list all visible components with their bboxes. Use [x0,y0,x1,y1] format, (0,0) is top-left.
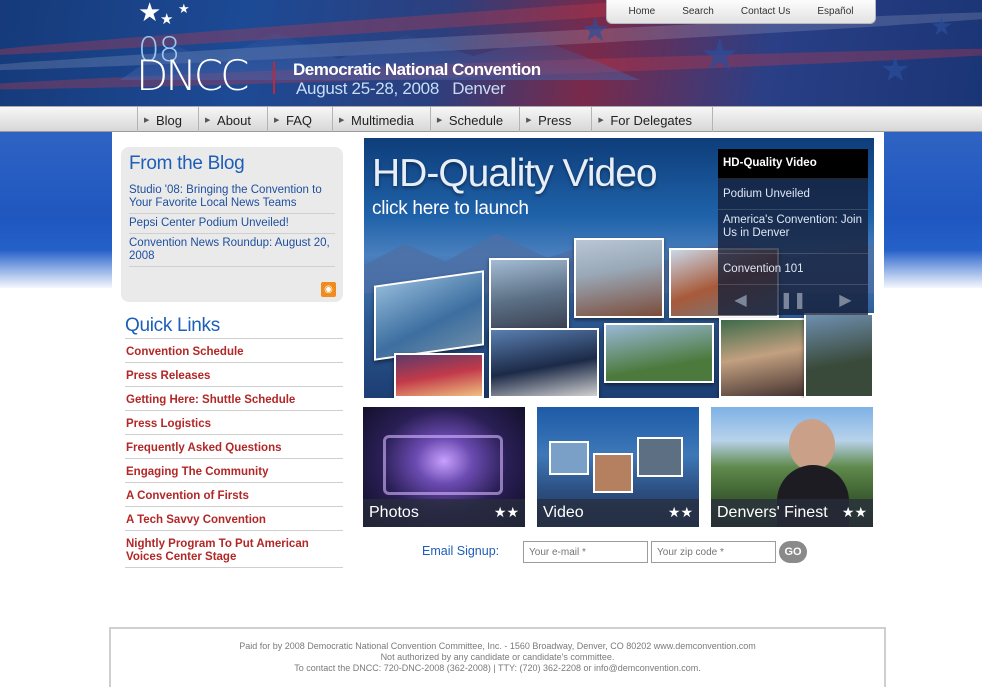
nav-label: For Delegates [610,112,692,128]
thumbnail-video[interactable]: Video ★★ [537,407,699,527]
rss-icon[interactable]: ◉ [321,282,336,297]
playlist-controls: ◀ ❚❚ ▶ [718,283,868,315]
blog-item[interactable]: Convention News Roundup: August 20, 2008 [129,234,335,267]
blog-title: From the Blog [129,153,245,174]
nav-item-press[interactable]: ▶ Press [519,107,591,133]
quick-link[interactable]: Press Logistics [125,410,343,434]
thumbnail-caption-bar: Denvers' Finest ★★ [711,499,873,527]
nav-item-about[interactable]: ▶ About [198,107,267,133]
star-icon: ★ [700,30,740,81]
video-playlist: HD-Quality Video Podium Unveiled America… [718,149,868,315]
utility-link-contact[interactable]: Contact Us [741,6,790,17]
stage-graphic [383,435,503,495]
quick-link[interactable]: Press Releases [125,362,343,386]
site-header: ★ ★ ★ ★ ★ ★ ★ 08 DNCC Democratic Nationa… [0,0,982,106]
chevron-right-icon: ▶ [274,117,280,124]
hero-image-tile [374,270,484,361]
go-button[interactable]: GO [779,541,807,563]
utility-link-home[interactable]: Home [629,6,656,17]
previous-icon[interactable]: ◀ [734,290,746,309]
quick-link[interactable]: Frequently Asked Questions [125,434,343,458]
playlist-item[interactable]: Convention 101 [718,254,868,285]
footer-line: Paid for by 2008 Democratic National Con… [239,641,756,651]
hero-subtitle: click here to launch [372,198,529,219]
thumbnail-caption-bar: Photos ★★ [363,499,525,527]
blog-item[interactable]: Studio '08: Bringing the Convention to Y… [129,181,335,214]
nav-item-faq[interactable]: ▶ FAQ [267,107,332,133]
logo-divider [273,62,275,94]
chevron-right-icon: ▶ [526,117,532,124]
stars-icon: ★★ [667,505,693,521]
hero-image-tile [394,353,484,398]
nav-label: Press [538,112,572,128]
thumbnail-photos[interactable]: Photos ★★ [363,407,525,527]
chevron-right-icon: ▶ [205,117,211,124]
site-title: Democratic National Convention [293,60,541,79]
quick-link[interactable]: Convention Schedule [125,338,343,362]
playlist-item[interactable]: America's Convention: Join Us in Denver [718,210,868,254]
email-signup-label: Email Signup: [422,544,500,558]
star-icon: ★ [880,50,911,90]
thumbnail-label: Video [543,504,584,521]
nav-label: About [217,112,252,128]
chevron-right-icon: ▶ [436,117,443,124]
quick-link[interactable]: Engaging The Community [125,458,343,482]
hero-image-tile [604,323,714,383]
logo-text: DNCC [136,51,249,100]
stars-icon: ★★ [493,505,519,521]
chevron-right-icon: ▶ [144,117,150,124]
zip-code-field[interactable] [651,541,776,563]
main-nav: ▶ Blog ▶ About ▶ FAQ ▶ Multimedia ▶ Schedule … [137,107,713,133]
utility-link-search[interactable]: Search [682,6,714,17]
utility-nav: Home Search Contact Us Español [606,0,876,24]
video-tile [549,441,589,475]
email-field[interactable] [523,541,648,563]
star-icon: ★ [930,12,954,42]
thumbnail-denvers-finest[interactable]: Denvers' Finest ★★ [711,407,873,527]
utility-link-espanol[interactable]: Español [817,6,853,17]
thumbnail-label: Denvers' Finest [717,504,828,521]
star-icon: ★ [138,0,162,28]
nav-item-blog[interactable]: ▶ Blog [137,107,198,133]
hero-image-tile [574,238,664,318]
nav-label: Schedule [448,112,504,128]
quick-link[interactable]: A Tech Savvy Convention [125,506,343,530]
video-tile [593,453,633,493]
thumbnail-label: Photos [369,504,419,521]
pause-icon[interactable]: ❚❚ [780,290,807,309]
nav-item-schedule[interactable]: ▶ Schedule [429,107,519,133]
playlist-item[interactable]: Podium Unveiled [718,179,868,210]
nav-item-multimedia[interactable]: ▶ Multimedia [332,107,430,133]
playlist-item[interactable]: HD-Quality Video [718,149,868,179]
quick-link[interactable]: Getting Here: Shuttle Schedule [125,386,343,410]
hero-title: HD-Quality Video [372,152,658,195]
hero-image-tile [804,313,874,398]
quick-links-title: Quick Links [125,315,220,336]
nav-label: Multimedia [351,112,414,128]
portrait-graphic [789,419,835,471]
stars-icon: ★★ [841,505,867,521]
chevron-right-icon: ▶ [598,117,604,124]
nav-label: Blog [156,112,183,128]
quick-link[interactable]: A Convention of Firsts [125,482,343,506]
nav-label: FAQ [286,112,313,128]
thumbnail-caption-bar: Video ★★ [537,499,699,527]
star-icon: ★ [178,2,190,17]
nav-item-for-delegates[interactable]: ▶ For Delegates [591,107,713,133]
page: ★ ★ ★ ★ ★ ★ ★ 08 DNCC Democratic Nationa… [0,0,982,687]
hero-image-tile [489,328,599,398]
site-footer: Paid for by 2008 Democratic National Con… [109,627,886,687]
site-dates: August 25-28, 2008 Denver [296,79,506,98]
quick-link[interactable]: Nightly Program To Put American Voices C… [125,530,343,568]
quick-links-list: Convention Schedule Press Releases Getti… [125,338,343,568]
star-icon: ★ [160,10,174,28]
blog-box: From the Blog Studio '08: Bringing the C… [121,147,343,302]
chevron-right-icon: ▶ [339,117,345,124]
main-nav-bar: ▶ Blog ▶ About ▶ FAQ ▶ Multimedia ▶ Schedule … [0,106,982,133]
footer-line: Not authorized by any candidate or candi… [380,652,615,662]
video-tile [637,437,683,477]
blog-item[interactable]: Pepsi Center Podium Unveiled! [129,214,335,234]
next-icon[interactable]: ▶ [839,290,851,309]
footer-line: To contact the DNCC: 720-DNC-2008 (362-2… [294,663,701,673]
